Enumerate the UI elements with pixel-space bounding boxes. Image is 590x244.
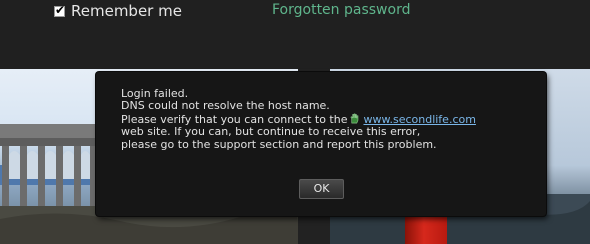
checkbox-box[interactable]: ✔ [54,2,66,17]
message-line-3-text: Please verify that you can connect to th… [121,112,348,126]
remember-me-checkbox[interactable]: ✔ Remember me [54,2,182,20]
ok-button[interactable]: OK [299,179,344,199]
forgot-password-link[interactable]: Forgotten password [272,2,410,18]
login-error-dialog: Login failed. DNS could not resolve the … [96,72,546,216]
checkmark-icon: ✔ [55,2,66,17]
viewer-window: ✔ Remember me Forgotten password Login f… [0,0,590,244]
dialog-message: Login failed. DNS could not resolve the … [121,87,476,151]
remember-me-label[interactable]: Remember me [71,2,182,20]
secondlife-url-link[interactable]: www.secondlife.com [363,113,475,126]
message-line-4: web site. If you can, but continue to re… [121,125,421,139]
login-panel: ✔ Remember me Forgotten password [0,0,590,69]
hand-icon [350,113,359,124]
message-line-3: Please verify that you can connect to th… [121,113,476,126]
message-line-2: DNS could not resolve the host name. [121,99,330,113]
message-line-5: please go to the support section and rep… [121,137,437,151]
